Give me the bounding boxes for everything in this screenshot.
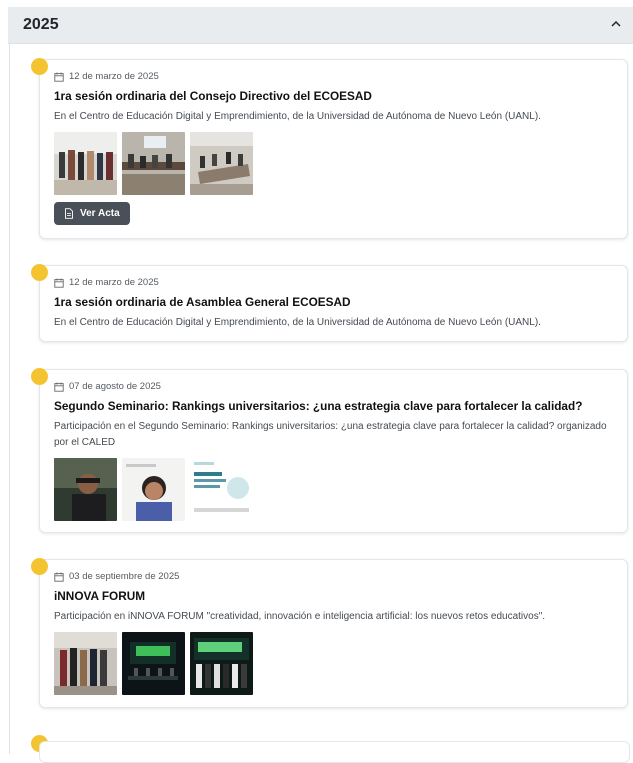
timeline-event-card: 07 de agosto de 2025 Segundo Seminario: … xyxy=(31,368,628,533)
event-photo[interactable] xyxy=(122,458,185,521)
timeline-dot xyxy=(31,264,48,281)
event-date: 07 de agosto de 2025 xyxy=(54,381,161,392)
event-description: Participación en el Segundo Seminario: R… xyxy=(54,421,607,448)
event-title: iNNOVA FORUM xyxy=(54,589,146,603)
event-photo[interactable] xyxy=(54,458,117,521)
calendar-icon xyxy=(54,278,64,288)
timeline-event-card: 12 de marzo de 2025 1ra sesión ordinaria… xyxy=(31,58,628,239)
event-date: 12 de marzo de 2025 xyxy=(54,277,159,288)
event-photo[interactable] xyxy=(122,132,185,195)
timeline-dot xyxy=(31,58,48,75)
view-minutes-button[interactable]: Ver Acta xyxy=(54,202,130,225)
event-photo-gallery xyxy=(54,458,253,521)
event-photo-gallery xyxy=(54,632,253,695)
section-year-title: 2025 xyxy=(23,16,59,33)
event-title: Segundo Seminario: Rankings universitari… xyxy=(54,399,583,413)
year-accordion-header[interactable]: 2025 xyxy=(8,7,633,44)
calendar-icon xyxy=(54,382,64,392)
chevron-up-icon[interactable] xyxy=(609,19,623,29)
event-photo-gallery xyxy=(54,132,253,195)
event-date-text: 12 de marzo de 2025 xyxy=(69,71,159,82)
event-description: En el Centro de Educación Digital y Empr… xyxy=(54,317,541,328)
event-date: 03 de septiembre de 2025 xyxy=(54,571,179,582)
event-date-text: 07 de agosto de 2025 xyxy=(69,381,161,392)
event-title: 1ra sesión ordinaria del Consejo Directi… xyxy=(54,89,372,103)
event-photo[interactable] xyxy=(190,132,253,195)
timeline-event-card: 03 de septiembre de 2025 iNNOVA FORUM Pa… xyxy=(31,558,628,708)
timeline-dot xyxy=(31,368,48,385)
calendar-icon xyxy=(54,72,64,82)
timeline-event-card xyxy=(39,741,630,763)
event-date: 12 de marzo de 2025 xyxy=(54,71,159,82)
view-minutes-label: Ver Acta xyxy=(80,208,120,219)
event-photo[interactable] xyxy=(190,632,253,695)
event-photo[interactable] xyxy=(54,132,117,195)
timeline-line xyxy=(9,44,10,754)
event-photo[interactable] xyxy=(54,632,117,695)
event-photo[interactable] xyxy=(122,632,185,695)
event-description: Participación en iNNOVA FORUM "creativid… xyxy=(54,611,546,622)
calendar-icon xyxy=(54,572,64,582)
timeline-dot xyxy=(31,558,48,575)
event-date-text: 12 de marzo de 2025 xyxy=(69,277,159,288)
event-date-text: 03 de septiembre de 2025 xyxy=(69,571,180,582)
event-photo[interactable] xyxy=(190,458,253,521)
document-icon xyxy=(65,208,73,219)
event-title: 1ra sesión ordinaria de Asamblea General… xyxy=(54,295,351,309)
timeline-event-card: 12 de marzo de 2025 1ra sesión ordinaria… xyxy=(31,264,628,342)
event-description: En el Centro de Educación Digital y Empr… xyxy=(54,111,541,122)
